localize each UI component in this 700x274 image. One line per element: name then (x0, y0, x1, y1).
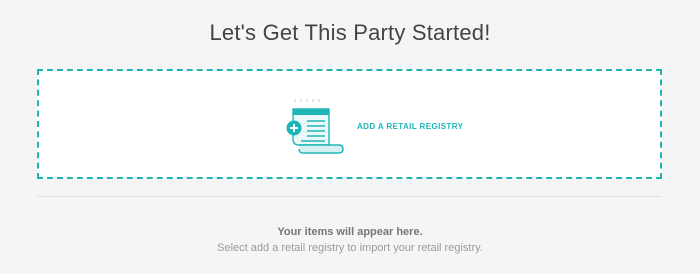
page-title: Let's Get This Party Started! (209, 20, 491, 45)
add-retail-registry-button[interactable]: ADD A RETAIL REGISTRY (279, 97, 463, 155)
empty-state-subtitle: Select add a retail registry to import y… (217, 242, 483, 254)
add-retail-registry-card[interactable]: ADD A RETAIL REGISTRY (37, 69, 662, 179)
section-divider (37, 196, 662, 197)
partial-top-icon-left: ˅ (548, 0, 554, 4)
partial-top-icon-right: ✓ (657, 0, 665, 4)
add-retail-registry-label[interactable]: ADD A RETAIL REGISTRY (357, 122, 463, 131)
empty-state-title: Your items will appear here. (277, 226, 423, 238)
registry-scroll-plus-icon (286, 99, 344, 154)
